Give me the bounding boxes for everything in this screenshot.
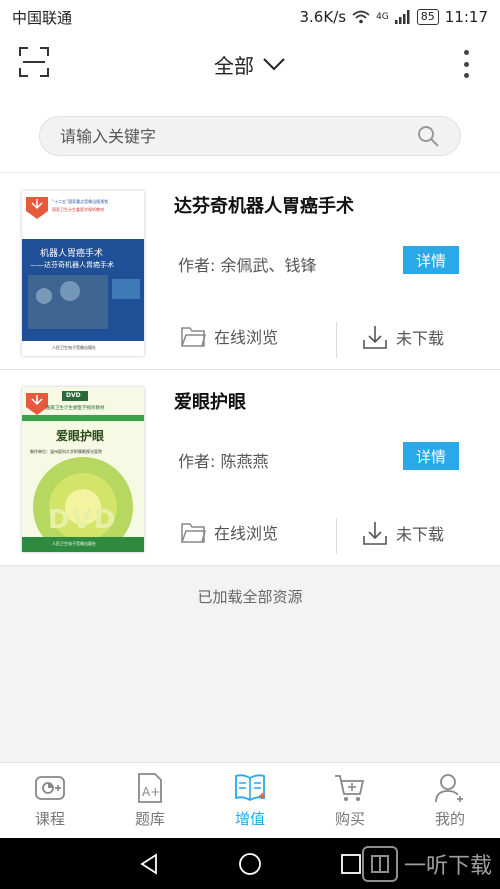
download-button[interactable]: 未下载: [362, 324, 444, 350]
cover-publisher: 人民卫生电子音像出版社: [52, 541, 96, 546]
item-title[interactable]: 爱眼护眼: [174, 388, 246, 414]
download-button[interactable]: 未下载: [362, 520, 444, 546]
tab-mine[interactable]: 我的: [400, 763, 500, 838]
download-label: 未下载: [396, 525, 445, 544]
item-author: 作者: 余佩武、钱锋: [178, 256, 317, 275]
cover-series: 国家卫生计生委医学视听教材: [46, 406, 105, 411]
watermark-text: 一听下载: [403, 854, 492, 879]
cover-series: “十二五”国家重点音像出版规划: [52, 199, 109, 204]
folder-icon: [181, 523, 206, 543]
signal-icon: [394, 10, 410, 24]
header: 全部: [0, 34, 500, 94]
status-bar: 中国联通 3.6K/s 4G 85 11:17: [0, 0, 500, 34]
search-input[interactable]: [60, 126, 416, 146]
browse-online-button[interactable]: 在线浏览: [180, 520, 278, 544]
divider: [336, 322, 337, 358]
list-item[interactable]: DVD 国家卫生计生委医学视听教材 爱眼护眼 制作单位：温州医科大学附属眼视光医…: [0, 370, 500, 566]
more-vertical-icon[interactable]: [462, 50, 470, 78]
divider: [0, 172, 500, 173]
watermark: 一听下载: [361, 846, 492, 882]
filter-label: 全部: [214, 53, 254, 78]
tab-label: 我的: [434, 810, 465, 828]
network-type: 4G: [376, 12, 389, 22]
browse-online-button[interactable]: 在线浏览: [180, 324, 278, 348]
all-loaded-text: 已加载全部资源: [197, 588, 303, 606]
bottom-tab-bar: 课程 A+ 题库 增值 购买 我的: [0, 762, 500, 838]
download-icon: [363, 326, 387, 349]
cart-icon: [335, 775, 365, 801]
cover-producer: 制作单位：温州医科大学附属眼视光医院: [30, 449, 102, 454]
clock: 11:17: [444, 8, 488, 26]
cover-publisher: 人民卫生电子音像出版社: [52, 345, 96, 350]
tab-label: 题库: [134, 810, 165, 828]
recents-icon[interactable]: [340, 853, 362, 875]
chevron-down-icon: [263, 58, 285, 71]
cover-sub-title: ——达芬奇机器人胃癌手术: [30, 261, 114, 269]
home-icon[interactable]: [238, 852, 262, 876]
watermark-logo-icon: [361, 846, 398, 882]
scan-icon[interactable]: [18, 46, 50, 78]
tab-label: 增值: [234, 810, 265, 828]
carrier-label: 中国联通: [12, 8, 73, 27]
detail-button[interactable]: 详情: [403, 246, 459, 274]
course-icon: [35, 776, 65, 800]
question-bank-icon: A+: [138, 773, 162, 803]
tab-label: 购买: [334, 810, 365, 828]
divider: [336, 518, 337, 554]
search-bar: [39, 116, 461, 156]
list-footer: 已加载全部资源: [0, 566, 500, 762]
tab-value-added[interactable]: 增值: [200, 763, 300, 838]
tab-course[interactable]: 课程: [0, 763, 100, 838]
download-icon: [363, 522, 387, 545]
book-cover[interactable]: “十二五”国家重点音像出版规划 国家卫生计生委医学视听教材 机器人胃癌手术 ——…: [22, 191, 144, 356]
book-cover[interactable]: DVD 国家卫生计生委医学视听教材 爱眼护眼 制作单位：温州医科大学附属眼视光医…: [22, 387, 144, 552]
cover-main-title: 机器人胃癌手术: [40, 249, 104, 259]
item-title[interactable]: 达芬奇机器人胃癌手术: [174, 192, 354, 218]
tab-purchase[interactable]: 购买: [300, 763, 400, 838]
cover-dvd-text: DVD: [48, 505, 118, 535]
browse-label: 在线浏览: [214, 328, 279, 347]
status-indicators: 3.6K/s 4G 85 11:17: [300, 8, 489, 26]
tab-label: 课程: [34, 810, 65, 828]
download-label: 未下载: [396, 329, 445, 348]
svg-text:A+: A+: [142, 785, 160, 799]
tab-question-bank[interactable]: A+ 题库: [100, 763, 200, 838]
detail-button[interactable]: 详情: [403, 442, 459, 470]
battery-indicator: 85: [416, 9, 439, 25]
category-filter-dropdown[interactable]: 全部: [214, 50, 286, 79]
cover-image: [22, 191, 144, 356]
network-speed: 3.6K/s: [299, 8, 347, 26]
wifi-icon: [352, 10, 370, 24]
cover-main-title: 爱眼护眼: [56, 429, 105, 443]
browse-label: 在线浏览: [214, 524, 279, 543]
value-added-icon: [235, 774, 265, 802]
back-icon[interactable]: [138, 852, 160, 875]
folder-icon: [181, 327, 206, 347]
item-author: 作者: 陈燕燕: [178, 452, 269, 471]
cover-badge: DVD: [66, 392, 81, 399]
list-item[interactable]: “十二五”国家重点音像出版规划 国家卫生计生委医学视听教材 机器人胃癌手术 ——…: [0, 174, 500, 370]
user-icon: [435, 774, 463, 803]
search-icon[interactable]: [416, 124, 440, 148]
cover-series-2: 国家卫生计生委医学视听教材: [52, 207, 104, 212]
system-nav-bar: 一听下载: [0, 838, 500, 889]
